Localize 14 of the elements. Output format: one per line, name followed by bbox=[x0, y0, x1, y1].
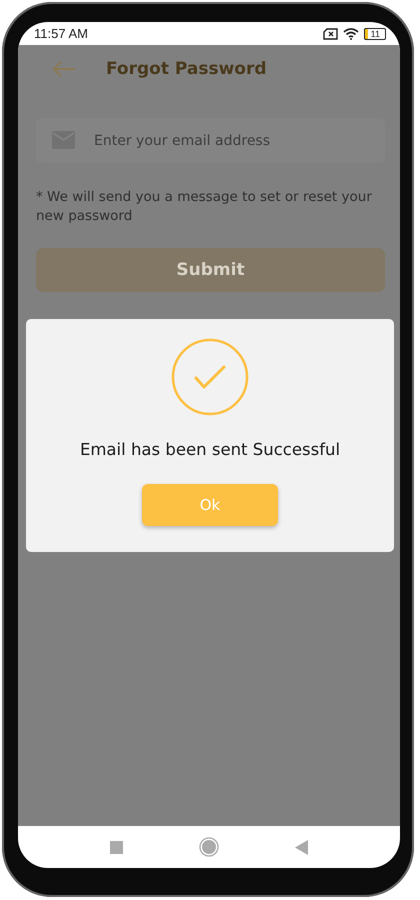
recents-icon[interactable] bbox=[110, 840, 123, 854]
status-time: 11:57 AM bbox=[34, 26, 88, 41]
email-input-field[interactable]: Enter your email address bbox=[36, 118, 385, 163]
sim-off-icon bbox=[322, 28, 338, 40]
wifi-icon bbox=[342, 28, 359, 40]
dialog-message: Email has been sent Successful bbox=[80, 440, 340, 459]
check-circle-icon bbox=[171, 338, 249, 416]
battery-indicator: 11 bbox=[364, 28, 386, 40]
ok-button[interactable]: Ok bbox=[142, 484, 278, 526]
back-icon[interactable] bbox=[295, 840, 308, 854]
submit-button[interactable]: Submit bbox=[36, 248, 385, 292]
page-title: Forgot Password bbox=[106, 59, 267, 79]
info-note: * We will send you a message to set or reset your new password bbox=[36, 188, 373, 226]
home-icon[interactable] bbox=[199, 837, 219, 857]
